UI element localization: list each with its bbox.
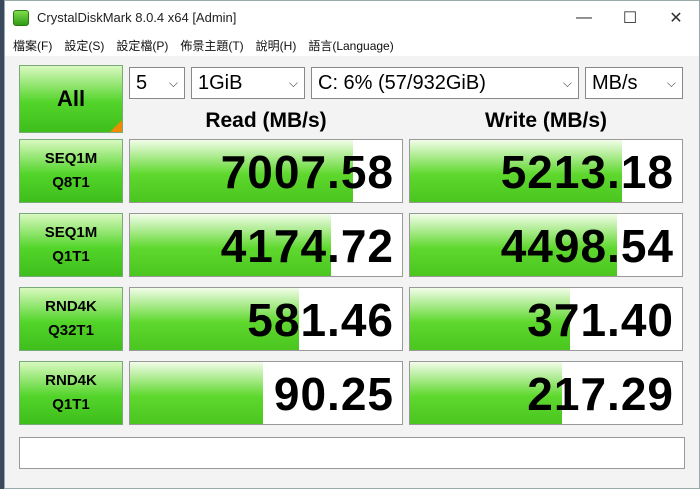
write-result-value: 371.40: [527, 294, 674, 346]
drive-select[interactable]: C: 6% (57/932GiB) ⌵: [311, 67, 579, 99]
menu-profile[interactable]: 設定檔(P): [110, 37, 174, 54]
test-button[interactable]: SEQ1M Q1T1: [19, 213, 123, 277]
title-bar: CrystalDiskMark 8.0.4 x64 [Admin] — ☐ ✕: [5, 1, 699, 34]
read-result-bar: [130, 362, 264, 424]
unit-select[interactable]: MB/s ⌵: [585, 67, 683, 99]
read-result-value: 7007.58: [220, 146, 394, 198]
chevron-down-icon: ⌵: [288, 76, 298, 90]
read-result-cell: 4174.72: [129, 213, 403, 277]
read-result-value: 581.46: [247, 294, 394, 346]
test-name-line1: RND4K: [45, 298, 97, 315]
test-button[interactable]: RND4K Q32T1: [19, 287, 123, 351]
read-result-cell: 581.46: [129, 287, 403, 351]
test-button[interactable]: RND4K Q1T1: [19, 361, 123, 425]
window-title: CrystalDiskMark 8.0.4 x64 [Admin]: [37, 10, 237, 25]
chevron-down-icon: ⌵: [562, 76, 572, 90]
read-header: Read (MB/s): [205, 109, 327, 132]
comment-field[interactable]: [19, 437, 685, 469]
write-result-cell: 217.29: [409, 361, 683, 425]
test-name-line2: Q1T1: [52, 248, 90, 265]
menu-bar: 檔案(F) 設定(S) 設定檔(P) 佈景主題(T) 說明(H) 語言(Lang…: [5, 34, 699, 56]
menu-help[interactable]: 說明(H): [250, 37, 303, 54]
test-button[interactable]: SEQ1M Q8T1: [19, 139, 123, 203]
close-button[interactable]: ✕: [653, 1, 699, 34]
minimize-button[interactable]: —: [561, 1, 607, 34]
write-result-cell: 5213.18: [409, 139, 683, 203]
read-result-value: 90.25: [273, 368, 394, 420]
test-name-line2: Q8T1: [52, 174, 90, 191]
test-count-select[interactable]: 5 ⌵: [129, 67, 185, 99]
app-icon: [13, 9, 29, 26]
write-header: Write (MB/s): [484, 109, 608, 132]
menu-language[interactable]: 語言(Language): [302, 37, 399, 54]
write-result-cell: 4498.54: [409, 213, 683, 277]
chevron-down-icon: ⌵: [168, 76, 178, 90]
write-result-value: 5213.18: [500, 146, 674, 198]
write-result-value: 217.29: [527, 368, 674, 420]
chevron-down-icon: ⌵: [666, 76, 676, 90]
run-all-label: All: [56, 86, 86, 111]
test-name-line2: Q32T1: [48, 322, 94, 339]
test-count-value: 5: [136, 71, 148, 94]
read-result-cell: 90.25: [129, 361, 403, 425]
menu-file[interactable]: 檔案(F): [5, 37, 58, 54]
unit-value: MB/s: [592, 71, 638, 94]
corner-marker-icon: [110, 120, 122, 132]
menu-settings[interactable]: 設定(S): [58, 37, 110, 54]
menu-theme[interactable]: 佈景主題(T): [174, 37, 249, 54]
maximize-button[interactable]: ☐: [607, 1, 653, 34]
test-name-line2: Q1T1: [52, 396, 90, 413]
read-result-cell: 7007.58: [129, 139, 403, 203]
app-window: CrystalDiskMark 8.0.4 x64 [Admin] — ☐ ✕ …: [4, 0, 700, 489]
test-name-line1: RND4K: [45, 372, 97, 389]
test-size-select[interactable]: 1GiB ⌵: [191, 67, 305, 99]
test-size-value: 1GiB: [198, 71, 243, 94]
run-all-button[interactable]: All: [19, 65, 123, 133]
write-result-cell: 371.40: [409, 287, 683, 351]
write-result-value: 4498.54: [500, 220, 674, 272]
drive-value: C: 6% (57/932GiB): [318, 71, 486, 94]
test-name-line1: SEQ1M: [44, 224, 98, 241]
test-name-line1: SEQ1M: [44, 150, 98, 167]
read-result-value: 4174.72: [220, 220, 394, 272]
